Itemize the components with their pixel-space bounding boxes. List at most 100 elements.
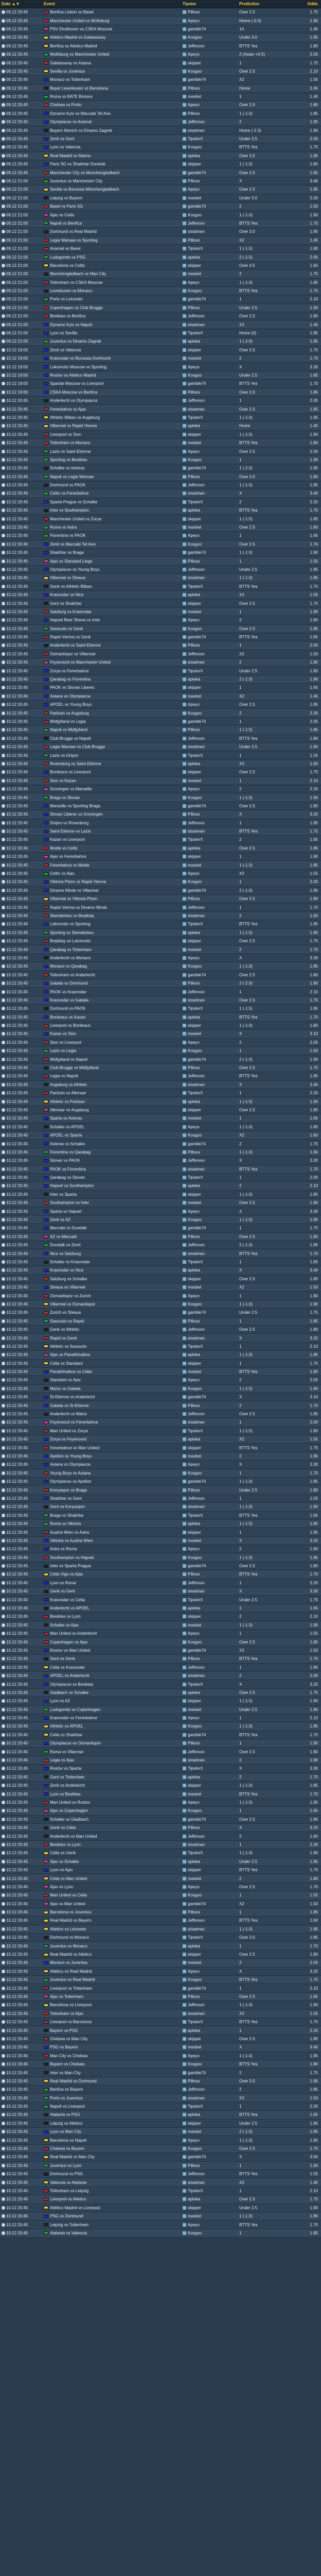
tipster-link[interactable]: Pilloso (188, 1319, 200, 1324)
tipster-link[interactable]: stoatman (188, 2180, 205, 2185)
table-row[interactable]: 10.12 20:45 Rostov vs Sparta TipsterX X 3.30 (0, 1765, 321, 1773)
tipster-link[interactable]: stoatman (188, 407, 205, 412)
table-row[interactable]: 10.12 20:45 Tottenham vs Anderlecht gamble… (0, 971, 321, 979)
row-event[interactable]: Atletico Madrid vs Galatasaray (42, 35, 181, 40)
event-link[interactable]: Ajax vs Lyon (50, 1885, 73, 1889)
row-event[interactable]: Partizan vs Alkmaar (42, 1091, 181, 1095)
row-tipster[interactable]: Kosgoo (181, 1977, 238, 1982)
event-link[interactable]: Ludogorets vs Copenhagen (50, 1707, 100, 1712)
event-link[interactable]: Skenderbeu vs Beşiktaş (50, 913, 94, 918)
event-link[interactable]: Napoli vs Midtjylland (50, 727, 87, 732)
row-event[interactable]: Real Madrid vs Malmo (42, 154, 181, 158)
event-link[interactable]: Sevilla vs Borussia Mönchengladbach (50, 187, 119, 192)
tipster-link[interactable]: skipper (188, 1614, 201, 1619)
event-link[interactable]: Krasnodar vs Nice (50, 1268, 83, 1273)
tipster-link[interactable]: Jefferson (188, 1834, 205, 1839)
table-row[interactable]: 10.12 20:45 Man City vs Chelsea Apeyo 1 (-1… (0, 2052, 321, 2060)
table-row[interactable]: 10.12 20:45 Ajax vs Lyon Apeyo Over 2.5 1.70 (0, 1883, 321, 1892)
table-row[interactable]: 10.12 20:45 Osmanlispor vs Villarreal Jeff… (0, 650, 321, 659)
row-event[interactable]: Barcelona vs Liverpool (42, 2003, 181, 2007)
table-row[interactable]: 10.12 20:45 Groningen vs Marseille Apeyo 2 2… (0, 785, 321, 794)
row-tipster[interactable]: Kosgoo (181, 35, 238, 40)
row-tipster[interactable]: maxbet (181, 947, 238, 952)
row-event[interactable]: Galatasaray vs Astana (42, 61, 181, 65)
event-link[interactable]: Leipzig vs Tottenham (50, 2223, 88, 2227)
table-row[interactable]: 10.12 20:45 Lyon vs Ajax skipper BTTS Yes 1.… (0, 1866, 321, 1875)
tipster-link[interactable]: TipsterX (188, 1935, 203, 1940)
table-row[interactable]: 10.12 20:45 Kazan vs Liverpool TipsterX 2 1.… (0, 836, 321, 844)
event-link[interactable]: Barcelona vs Liverpool (50, 2003, 92, 2007)
table-row[interactable]: 10.12 20:45 Celta vs Genk TipsterX 1 (-1.0)… (0, 1849, 321, 1858)
row-tipster[interactable]: maxbet (181, 94, 238, 99)
row-event[interactable]: Sassuolo vs Genk (42, 626, 181, 631)
row-event[interactable]: Hapoel Beer Sheva vs Inter (42, 618, 181, 622)
row-tipster[interactable]: maxbet (181, 525, 238, 530)
row-event[interactable]: Inter vs Sparta (42, 1192, 181, 1197)
row-event[interactable]: Lyon vs Man City (42, 2129, 181, 2134)
row-tipster[interactable]: Jefferson (181, 1158, 238, 1163)
table-row[interactable]: 09.12 20:45 Roma vs BATE Borisov maxbet 1 1.… (0, 92, 321, 101)
row-event[interactable]: Gladbach vs Schalke (42, 1690, 181, 1695)
event-link[interactable]: Legia vs Napoli (50, 1074, 78, 1078)
row-tipster[interactable]: gamble74 (181, 1564, 238, 1568)
table-row[interactable]: 10.12 20:45 Qarabag vs Slovan TipsterX 1 2.0… (0, 1173, 321, 1182)
table-row[interactable]: 10.12 20:45 Anderlecht vs Mainz Jefferson O… (0, 1410, 321, 1419)
row-event[interactable]: Dortmund vs PAOK (42, 483, 181, 487)
event-link[interactable]: Krasnodar vs Nice (50, 592, 83, 597)
row-tipster[interactable]: Kosgoo (181, 457, 238, 462)
row-event[interactable]: Schalke vs APOEL (42, 1125, 181, 1129)
tipster-link[interactable]: maxbet (188, 1200, 201, 1205)
row-event[interactable]: Alkmaar vs Augsburg (42, 1108, 181, 1112)
tipster-link[interactable]: gamble74 (188, 2071, 206, 2075)
row-event[interactable]: Anderlecht vs Olympiacos (42, 398, 181, 403)
table-row[interactable]: 10.12 20:45 Krasnodar vs Gabala stoatman Ov… (0, 996, 321, 1005)
tipster-link[interactable]: apteka (188, 339, 200, 344)
row-event[interactable]: Wolfsburg vs Manchester United (42, 52, 181, 57)
row-event[interactable]: Midtjylland vs Napoli (42, 1057, 181, 1062)
table-row[interactable]: 10.12 20:45 Kazan vs Sion maxbet X 3.10 (0, 1030, 321, 1039)
row-event[interactable]: Inter vs Sparta Prague (42, 1564, 181, 1568)
row-tipster[interactable]: gamble74 (181, 1142, 238, 1146)
table-row[interactable]: 10.12 20:45 Liverpool vs Atletico apteka Ov… (0, 2195, 321, 2204)
row-tipster[interactable]: Kosgoo (181, 1386, 238, 1391)
tipster-link[interactable]: Apeyo (188, 1547, 200, 1551)
tipster-link[interactable]: Jefferson (188, 1158, 205, 1163)
tipster-link[interactable]: Apeyo (188, 618, 200, 622)
event-link[interactable]: Atletico Madrid vs Galatasaray (50, 35, 106, 40)
row-event[interactable]: Fiorentina vs Qarabag (42, 1150, 181, 1155)
row-event[interactable]: Lyon vs Roma (42, 1581, 181, 1585)
event-link[interactable]: Dnipro vs Rosenborg (50, 821, 88, 825)
tipster-link[interactable]: Kosgoo (188, 1724, 202, 1728)
tipster-link[interactable]: apteka (188, 1606, 200, 1611)
table-row[interactable]: 09.12 21:00 Barcelona vs Celtic skipper Ove… (0, 261, 321, 270)
event-link[interactable]: Fiorentina vs Qarabag (50, 1150, 91, 1155)
row-event[interactable]: Athletic Bilbao vs Augsburg (42, 415, 181, 420)
row-tipster[interactable]: maxbet (181, 609, 238, 614)
table-row[interactable]: 10.12 20:45 Legia vs Ajax stoatman 2 1.90 (0, 1756, 321, 1765)
table-row[interactable]: 10.12 20:45 Legia Warsaw vs Club Brugge st… (0, 742, 321, 752)
row-tipster[interactable]: Jefferson (181, 2172, 238, 2176)
row-event[interactable]: Lyon vs AZ (42, 1699, 181, 1703)
row-event[interactable]: Marseille vs Sporting Braga (42, 804, 181, 808)
row-event[interactable]: Club Brugge vs Midtjylland (42, 1065, 181, 1070)
tipster-link[interactable]: Pilloso (188, 1488, 200, 1493)
row-event[interactable]: Southampton vs Inter (42, 1200, 181, 1205)
row-tipster[interactable]: Jefferson (181, 990, 238, 994)
event-link[interactable]: Salzburg vs Schalke (50, 1277, 87, 1281)
tipster-link[interactable]: skipper (188, 601, 201, 606)
row-event[interactable]: Fiorentina vs PAOK (42, 533, 181, 538)
event-link[interactable]: Barcelona vs Juventus (50, 1910, 92, 1914)
event-link[interactable]: Bayern vs Chelsea (50, 2062, 84, 2066)
table-row[interactable]: 10.12 20:45 Molde vs Celtic apteka Over 2.5… (0, 844, 321, 853)
tipster-link[interactable]: stoatman (188, 229, 205, 234)
row-tipster[interactable]: apteka (181, 1099, 238, 1104)
row-event[interactable]: Skenderbeu vs Beşiktaş (42, 913, 181, 918)
tipster-link[interactable]: Apeyo (188, 449, 200, 454)
tipster-link[interactable]: Jefferson (188, 1496, 205, 1501)
table-row[interactable]: 09.12 21:00 Dortmund vs Real Madrid stoatm… (0, 228, 321, 236)
row-tipster[interactable]: gamble74 (181, 1310, 238, 1315)
event-link[interactable]: Rostov vs Atletico Madrid (50, 373, 96, 378)
row-tipster[interactable]: Jefferson (181, 483, 238, 487)
tipster-link[interactable]: gamble74 (188, 204, 206, 209)
table-row[interactable]: 10.12 20:45 Atalanta vs PSG apteka BTTS Yes… (0, 2111, 321, 2120)
